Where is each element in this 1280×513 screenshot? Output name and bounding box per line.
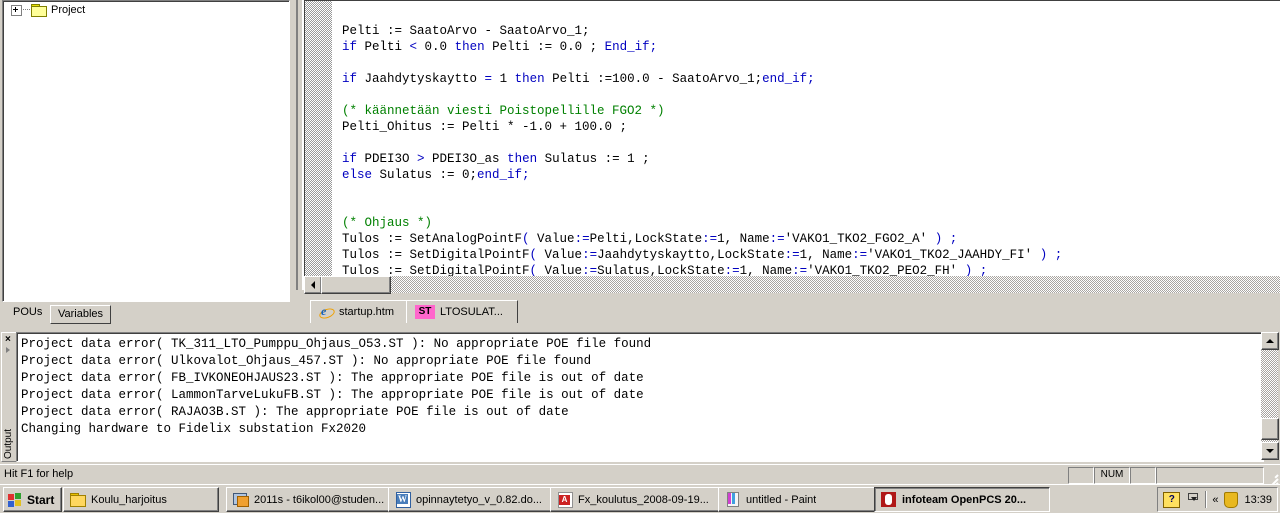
output-line: Project data error( Ulkovalot_Ohjaus_457… <box>21 354 592 368</box>
code-line: Pelti_Ohitus := Pelti * -1.0 + 100.0 ; <box>342 120 628 134</box>
openpcs-application-window: Project POUs Variables Pelti := SaatoArv… <box>0 0 1280 513</box>
output-panel-sidebar: × Output <box>1 332 17 462</box>
expand-plus-icon[interactable] <box>11 4 22 16</box>
tree-item-project[interactable]: Project <box>3 2 289 18</box>
close-icon[interactable]: × <box>5 335 11 345</box>
document-tabstrip: e startup.htm ST LTOSULAT... <box>310 298 1280 324</box>
code-editor[interactable]: Pelti := SaatoArvo - SaatoArvo_1;if Pelt… <box>304 0 1280 289</box>
editor-gutter <box>305 1 332 289</box>
output-line: Changing hardware to Fidelix substation … <box>21 422 367 436</box>
output-log-text: Project data error( TK_311_LTO_Pumppu_Oh… <box>17 333 1263 438</box>
status-pane-2 <box>1130 467 1156 484</box>
taskbar-item-label: Fx_koulutus_2008-09-19... <box>578 493 709 506</box>
tab-variables[interactable]: Variables <box>50 305 112 324</box>
status-pane-1 <box>1068 467 1094 484</box>
scroll-left-arrow-icon[interactable] <box>304 276 322 294</box>
project-tree-pane: Project POUs Variables <box>0 0 296 330</box>
resize-grip[interactable] <box>1264 470 1279 493</box>
output-vertical-scrollbar[interactable] <box>1261 332 1279 460</box>
taskbar-item-paint[interactable]: untitled - Paint <box>718 487 882 512</box>
output-line: Project data error( RAJAO3B.ST ): The ap… <box>21 405 569 419</box>
status-bar: Hit F1 for help NUM <box>0 464 1280 493</box>
taskbar-item-label: infoteam OpenPCS 20... <box>902 493 1027 506</box>
output-scroll-up-arrow-icon[interactable] <box>1261 332 1279 350</box>
code-line: (* Ohjaus *) <box>342 216 433 230</box>
code-line: Tulos := SetDigitalPointF( Value:=Jaahdy… <box>342 248 1063 262</box>
taskbar-item-label: opinnaytetyo_v_0.82.do... <box>416 493 542 506</box>
code-line: else Sulatus := 0;end_if; <box>342 168 530 182</box>
status-hint: Hit F1 for help <box>4 468 74 480</box>
project-tree[interactable]: Project <box>2 0 290 302</box>
editor-horizontal-scrollbar[interactable] <box>304 276 1280 294</box>
tray-separator <box>1205 491 1207 508</box>
code-line: (* käännetään viesti Poistopellille FGO2… <box>342 104 665 118</box>
tree-item-label: Project <box>51 3 86 16</box>
taskbar-item-label: untitled - Paint <box>746 493 817 506</box>
paint-icon <box>725 492 741 507</box>
output-vscroll-thumb[interactable] <box>1261 418 1279 440</box>
tree-connector <box>23 9 30 11</box>
status-indicator-num: NUM <box>1094 467 1130 484</box>
st-file-icon: ST <box>415 305 435 319</box>
windows-taskbar: Start Koulu_harjoitus 2011s - t6ikol00@s… <box>0 484 1280 513</box>
taskbar-item-label: 2011s - t6ikol00@studen... <box>254 493 385 506</box>
code-line: if Pelti < 0.0 then Pelti := 0.0 ; End_i… <box>342 40 658 54</box>
tray-expand-icon[interactable]: « <box>1212 494 1218 506</box>
taskbar-item-openpcs[interactable]: infoteam OpenPCS 20... <box>874 487 1050 512</box>
pdf-document-icon: A <box>557 492 573 508</box>
code-line: if Jaahdytyskaytto = 1 then Pelti :=100.… <box>342 72 815 86</box>
mail-icon <box>233 492 249 507</box>
windows-logo-icon <box>8 492 23 507</box>
output-panel-label: Output <box>3 428 14 459</box>
output-scroll-down-arrow-icon[interactable] <box>1261 442 1279 460</box>
code-line: Pelti := SaatoArvo - SaatoArvo_1; <box>342 24 590 38</box>
folder-icon <box>31 3 47 17</box>
security-shield-icon[interactable] <box>1224 491 1239 508</box>
system-tray: ? « 13:39 <box>1157 487 1278 512</box>
internet-explorer-icon: e <box>317 305 337 321</box>
folder-icon <box>70 492 86 507</box>
taskbar-item-mail[interactable]: 2011s - t6ikol00@studen... <box>226 487 392 512</box>
taskbar-item-word-doc[interactable]: W opinnaytetyo_v_0.82.do... <box>388 487 557 512</box>
code-text[interactable]: Pelti := SaatoArvo - SaatoArvo_1;if Pelt… <box>342 1 1280 289</box>
output-line: Project data error( LammonTarveLukuFB.ST… <box>21 388 644 402</box>
output-log[interactable]: Project data error( TK_311_LTO_Pumppu_Oh… <box>16 332 1264 462</box>
code-editor-pane: Pelti := SaatoArvo - SaatoArvo_1;if Pelt… <box>296 0 1280 330</box>
output-line: Project data error( FB_IVKONEOHJAUS23.ST… <box>21 371 644 385</box>
network-tray-icon[interactable] <box>1186 492 1199 508</box>
code-line: if PDEI3O > PDEI3O_as then Sulatus := 1 … <box>342 152 650 166</box>
autohide-pin-icon[interactable] <box>6 347 10 353</box>
code-line: Tulos := SetAnalogPointF( Value:=Pelti,L… <box>342 232 958 246</box>
status-pane-3 <box>1156 467 1264 484</box>
start-button-label: Start <box>27 492 55 507</box>
project-tree-tabstrip: POUs Variables <box>2 303 288 324</box>
word-document-icon: W <box>395 492 411 508</box>
start-button[interactable]: Start <box>3 487 63 512</box>
editor-splitter[interactable] <box>296 0 298 290</box>
openpcs-icon <box>881 492 897 507</box>
doc-tab-label: startup.htm <box>339 306 395 318</box>
tray-clock[interactable]: 13:39 <box>1244 494 1272 506</box>
taskbar-item-label: Koulu_harjoitus <box>91 493 167 506</box>
doc-tab-ltosulat[interactable]: ST LTOSULAT... <box>406 300 518 323</box>
output-panel: × Output Project data error( TK_311_LTO_… <box>0 330 1280 463</box>
output-line: Project data error( TK_311_LTO_Pumppu_Oh… <box>21 337 652 351</box>
tab-pous[interactable]: POUs <box>6 304 50 322</box>
doc-tab-label: LTOSULAT... <box>440 306 503 318</box>
editor-hscroll-thumb[interactable] <box>321 276 391 294</box>
taskbar-item-koulu-harjoitus[interactable]: Koulu_harjoitus <box>63 487 219 512</box>
workspace: Project POUs Variables Pelti := SaatoArv… <box>0 0 1280 330</box>
help-tray-icon[interactable]: ? <box>1163 491 1181 508</box>
taskbar-item-pdf-doc[interactable]: A Fx_koulutus_2008-09-19... <box>550 487 727 512</box>
